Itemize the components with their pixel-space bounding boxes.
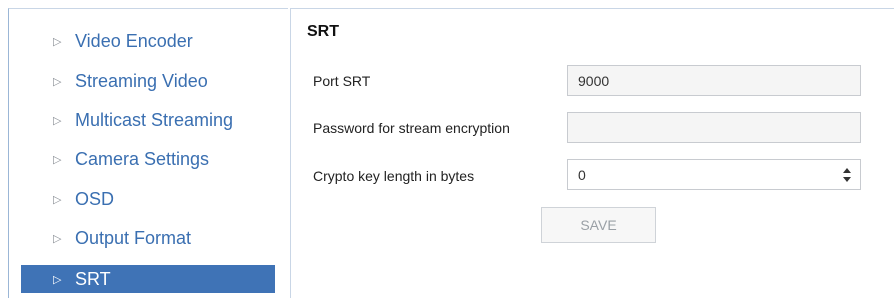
password-label: Password for stream encryption: [313, 120, 510, 136]
port-srt-label: Port SRT: [313, 73, 371, 89]
sidebar-item-label: Camera Settings: [75, 148, 210, 169]
srt-settings-page: ▷ Video Encoder ▷ Streaming Video ▷ Mult…: [0, 0, 894, 298]
sidebar-item-multicast-streaming[interactable]: ▷ Multicast Streaming: [21, 106, 275, 134]
crypto-key-length-select[interactable]: 0: [567, 159, 861, 190]
sidebar-item-streaming-video[interactable]: ▷ Streaming Video: [21, 67, 275, 95]
crypto-key-length-label: Crypto key length in bytes: [313, 168, 475, 184]
triangle-right-icon: ▷: [53, 35, 62, 48]
sidebar-nav: ▷ Video Encoder ▷ Streaming Video ▷ Mult…: [8, 8, 288, 298]
save-button[interactable]: SAVE: [541, 207, 656, 243]
sidebar-item-camera-settings[interactable]: ▷ Camera Settings: [21, 145, 275, 173]
sidebar-item-label: Streaming Video: [75, 70, 208, 91]
triangle-right-icon: ▷: [53, 193, 62, 206]
sidebar-item-label: Video Encoder: [75, 30, 193, 51]
sidebar-item-label: Multicast Streaming: [75, 109, 234, 130]
triangle-right-icon: ▷: [53, 273, 62, 286]
triangle-right-icon: ▷: [53, 114, 62, 127]
sidebar-item-label: OSD: [75, 188, 115, 209]
password-input[interactable]: [567, 112, 861, 143]
sidebar-item-label: SRT: [75, 268, 111, 289]
srt-settings-panel: SRT Port SRT Password for stream encrypt…: [290, 8, 894, 298]
sidebar-item-srt[interactable]: ▷ SRT: [21, 265, 275, 293]
sidebar-item-label: Output Format: [75, 227, 192, 248]
sidebar-item-osd[interactable]: ▷ OSD: [21, 185, 275, 213]
triangle-right-icon: ▷: [53, 75, 62, 88]
port-srt-input[interactable]: [567, 65, 861, 96]
triangle-right-icon: ▷: [53, 153, 62, 166]
sidebar-item-video-encoder[interactable]: ▷ Video Encoder: [21, 27, 275, 55]
updown-arrows-icon: [843, 168, 851, 182]
triangle-right-icon: ▷: [53, 232, 62, 245]
sidebar-item-output-format[interactable]: ▷ Output Format: [21, 224, 275, 252]
page-title: SRT: [307, 23, 339, 40]
crypto-key-length-value: 0: [578, 166, 586, 183]
